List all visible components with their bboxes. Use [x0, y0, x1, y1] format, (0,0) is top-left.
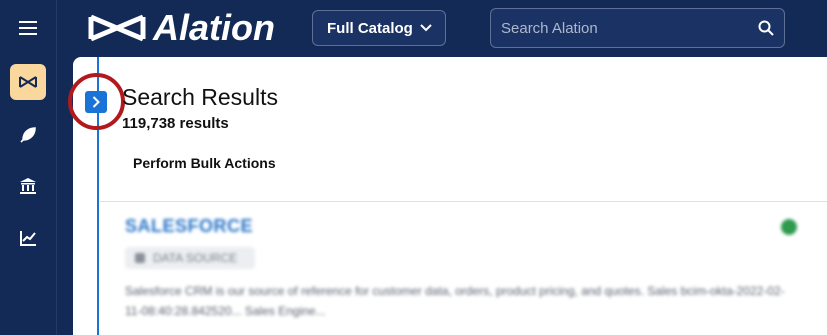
hamburger-menu-icon: [19, 21, 37, 35]
nav-catalog-button[interactable]: [10, 64, 46, 100]
result-type-badge: DATA SOURCE: [125, 247, 255, 269]
nav-analytics-button[interactable]: [10, 220, 46, 256]
chevron-down-icon: [420, 24, 432, 32]
result-type-label: DATA SOURCE: [153, 251, 238, 265]
top-bar: Alation Full Catalog Search Alation: [57, 0, 827, 57]
search-placeholder: Search Alation: [501, 19, 598, 37]
left-nav-rail: [0, 0, 57, 335]
alation-bowtie-icon: [19, 76, 37, 88]
bulk-actions-button[interactable]: Perform Bulk Actions: [133, 155, 276, 171]
institution-building-icon: [20, 178, 36, 194]
catalog-dropdown[interactable]: Full Catalog: [312, 10, 446, 46]
search-input[interactable]: Search Alation: [490, 8, 785, 48]
divider: [100, 201, 827, 202]
line-chart-icon: [20, 231, 36, 246]
catalog-dropdown-label: Full Catalog: [327, 19, 413, 37]
result-title-link[interactable]: SALESFORCE: [125, 216, 253, 237]
result-count: 119,738 results: [122, 115, 229, 132]
status-indicator: [781, 219, 797, 235]
data-source-icon: [135, 253, 145, 263]
highlight-circle-annotation: [68, 73, 125, 130]
feather-quill-icon: [20, 127, 36, 143]
alation-logo-icon: [88, 14, 146, 42]
hamburger-menu-button[interactable]: [10, 10, 46, 46]
result-description: Salesforce CRM is our source of referenc…: [125, 284, 785, 318]
nav-compose-button[interactable]: [10, 117, 46, 153]
alation-logo[interactable]: Alation: [87, 10, 275, 46]
page-title: Search Results: [122, 84, 278, 110]
logo-wordmark: Alation: [153, 7, 275, 48]
search-icon[interactable]: [758, 20, 774, 36]
nav-sources-button[interactable]: [10, 168, 46, 204]
